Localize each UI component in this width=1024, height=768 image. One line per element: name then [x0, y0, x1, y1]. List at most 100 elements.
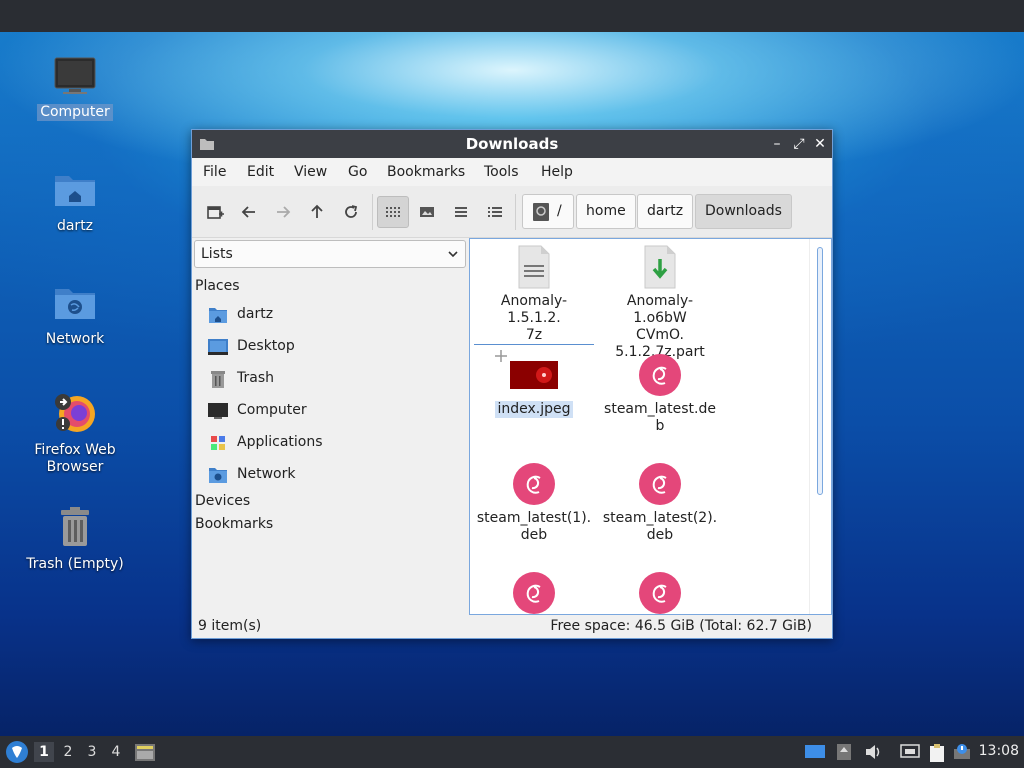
breadcrumb-downloads[interactable]: Downloads	[695, 194, 792, 229]
text-file-icon	[518, 245, 550, 289]
volume-icon[interactable]	[864, 743, 882, 761]
desktop-icon-home[interactable]: dartz	[20, 166, 130, 235]
breadcrumb-home[interactable]: home	[576, 194, 636, 229]
drive-icon	[533, 203, 549, 221]
file-manager-window: Downloads – ⤢ ✕ File Edit View Go Bookma…	[191, 129, 833, 639]
file-item[interactable]: steam_latest.de b	[600, 353, 720, 435]
select-plus-icon[interactable]	[494, 349, 508, 363]
window-titlebar[interactable]: Downloads – ⤢ ✕	[192, 130, 832, 158]
close-button[interactable]: ✕	[810, 134, 830, 154]
sidebar-item-label: Network	[237, 466, 296, 482]
desktop-icon-label: Firefox Web Browser	[34, 442, 116, 475]
scrollbar-thumb[interactable]	[817, 247, 823, 495]
desktop-icon-label: dartz	[56, 218, 94, 234]
menu-help[interactable]: Help	[541, 164, 573, 180]
breadcrumb-root[interactable]: /	[522, 194, 574, 229]
file-item[interactable]: steam_latest(1). deb	[474, 462, 594, 544]
sidebar-item-label: Computer	[237, 402, 307, 418]
file-item[interactable]	[474, 571, 594, 614]
menu-file[interactable]: File	[203, 164, 226, 180]
maximize-button[interactable]: ⤢	[789, 134, 809, 154]
desktop-icon-label: Trash (Empty)	[26, 556, 124, 572]
forward-button[interactable]	[267, 196, 299, 228]
new-tab-button[interactable]	[199, 196, 231, 228]
window-title: Downloads	[465, 135, 559, 153]
display-tray-icon[interactable]	[804, 743, 826, 761]
app-menu-icon[interactable]	[5, 740, 29, 764]
workspace-1[interactable]: 1	[34, 742, 54, 762]
sidebar-item-label: dartz	[237, 306, 274, 322]
bookmarks-header[interactable]: Bookmarks	[195, 516, 273, 532]
desktop-icon-computer[interactable]: Computer	[20, 52, 130, 121]
menu-tools[interactable]: Tools	[484, 164, 519, 180]
list-icon	[455, 207, 467, 217]
desktop-icon-trash[interactable]: Trash (Empty)	[20, 504, 130, 573]
vertical-scrollbar[interactable]	[809, 239, 831, 614]
image-icon	[420, 207, 434, 217]
debian-package-icon	[513, 463, 555, 505]
taskbar: 1 2 3 4 13:08	[0, 736, 1024, 768]
file-manager-task-icon[interactable]	[134, 741, 156, 763]
file-item[interactable]	[600, 571, 720, 614]
home-folder-icon	[209, 308, 227, 323]
sidebar-mode-select[interactable]: Lists	[194, 240, 466, 268]
icon-view-button[interactable]	[377, 196, 409, 228]
notification-icon[interactable]	[952, 743, 972, 761]
desktop-icon-network[interactable]: Network	[20, 279, 130, 348]
sidebar-item-label: Desktop	[237, 338, 295, 354]
debian-package-icon	[513, 572, 555, 614]
desktop-icon-firefox[interactable]: Firefox Web Browser	[20, 390, 130, 476]
arrow-left-icon	[241, 206, 255, 218]
file-name: Anomaly-1.o6bW CVmO. 5.1.2.7z.part	[615, 293, 705, 360]
status-bar: 9 item(s) Free space: 46.5 GiB (Total: 6…	[192, 615, 832, 638]
toolbar-separator	[515, 194, 516, 230]
desktop-icon	[208, 339, 228, 355]
file-item[interactable]: Anomaly-1.5.1.2. 7z	[474, 245, 594, 345]
breadcrumb-dartz[interactable]: dartz	[637, 194, 694, 229]
minimize-button[interactable]: –	[767, 134, 787, 154]
reload-button[interactable]	[335, 196, 367, 228]
sidebar-item-applications[interactable]: Applications	[208, 431, 458, 455]
top-panel	[0, 0, 1024, 32]
menu-bar: File Edit View Go Bookmarks Tools Help	[192, 158, 832, 186]
free-space: Free space: 46.5 GiB (Total: 62.7 GiB)	[550, 618, 812, 634]
detailed-view-button[interactable]	[479, 196, 511, 228]
sidebar-item-desktop[interactable]: Desktop	[208, 335, 458, 359]
back-button[interactable]	[233, 196, 265, 228]
trash-icon	[211, 371, 225, 388]
file-name: steam_latest.de b	[604, 401, 716, 434]
menu-view[interactable]: View	[294, 164, 327, 180]
menu-bookmarks[interactable]: Bookmarks	[387, 164, 465, 180]
file-name: index.jpeg	[495, 401, 573, 418]
network-folder-icon	[209, 468, 227, 483]
applications-icon	[211, 436, 225, 450]
compact-view-button[interactable]	[445, 196, 477, 228]
file-item[interactable]: index.jpeg	[474, 353, 594, 418]
computer-icon	[208, 403, 228, 419]
sidebar-item-dartz[interactable]: dartz	[208, 303, 458, 327]
clipboard-icon[interactable]	[928, 743, 946, 763]
clock[interactable]: 13:08	[979, 743, 1019, 759]
workspace-2[interactable]: 2	[58, 742, 78, 762]
up-button[interactable]	[301, 196, 333, 228]
sidebar-item-network[interactable]: Network	[208, 463, 458, 487]
file-item[interactable]: steam_latest(2). deb	[600, 462, 720, 544]
sidebar: Lists Places dartz Desktop Trash Compute…	[192, 238, 468, 612]
file-item[interactable]: Anomaly-1.o6bW CVmO. 5.1.2.7z.part	[600, 245, 720, 361]
devices-header[interactable]: Devices	[195, 493, 250, 509]
file-view[interactable]: Anomaly-1.5.1.2. 7z Anomaly-1.o6bW CVmO. 5.…	[469, 238, 832, 615]
menu-edit[interactable]: Edit	[247, 164, 274, 180]
network-wired-icon[interactable]	[900, 743, 920, 761]
workspace-4[interactable]: 4	[106, 742, 126, 762]
trash-icon	[61, 507, 89, 546]
workspace-3[interactable]: 3	[82, 742, 102, 762]
menu-go[interactable]: Go	[348, 164, 367, 180]
sidebar-item-computer[interactable]: Computer	[208, 399, 458, 423]
thumbnail-view-button[interactable]	[411, 196, 443, 228]
file-name: steam_latest(1). deb	[476, 510, 592, 543]
item-count: 9 item(s)	[198, 618, 262, 634]
file-name: Anomaly-1.5.1.2. 7z	[474, 293, 594, 345]
updates-tray-icon[interactable]	[836, 743, 852, 761]
image-thumbnail-icon	[510, 361, 558, 389]
sidebar-item-trash[interactable]: Trash	[208, 367, 458, 391]
